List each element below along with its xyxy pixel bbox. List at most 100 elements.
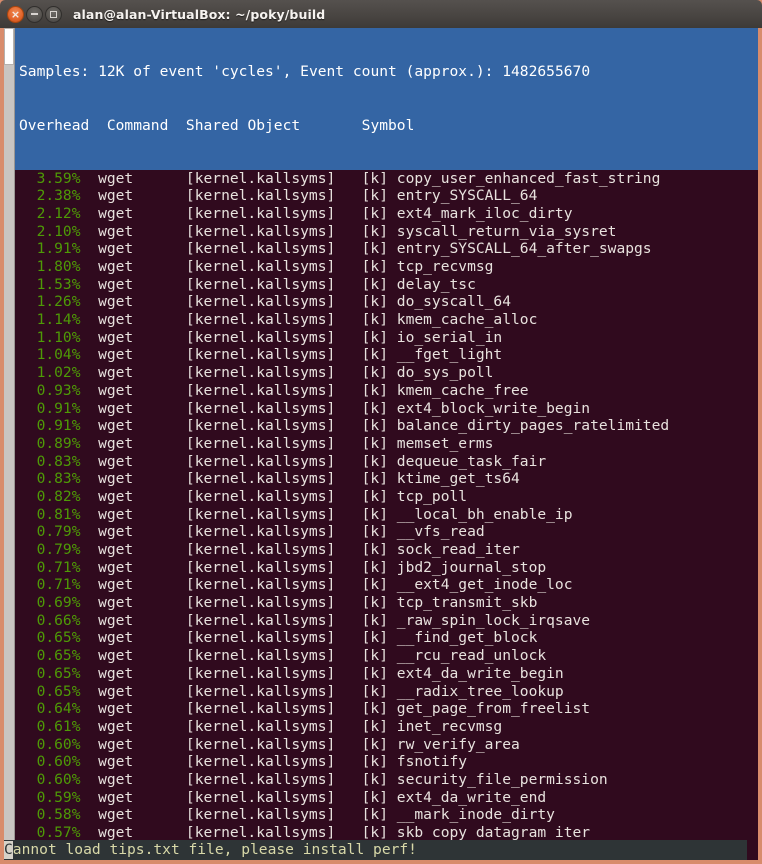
shared-object-cell: [kernel.kallsyms]	[185, 770, 336, 788]
shared-object-cell: [kernel.kallsyms]	[185, 505, 336, 523]
command-cell: wget	[98, 258, 134, 276]
command-cell: wget	[98, 346, 134, 364]
table-row[interactable]: 0.79% wget [kernel.kallsyms] [k] __vfs_read	[19, 523, 758, 541]
shared-object-cell: [kernel.kallsyms]	[185, 487, 336, 505]
overhead-cell: 0.60%	[36, 753, 81, 771]
close-icon[interactable]: ×	[7, 5, 24, 23]
window-titlebar[interactable]: × alan@alan-VirtualBox: ~/poky/build	[0, 0, 762, 28]
table-row[interactable]: 0.82% wget [kernel.kallsyms] [k] tcp_poll	[19, 488, 758, 506]
table-row[interactable]: 2.38% wget [kernel.kallsyms] [k] entry_SYSC…	[19, 187, 758, 205]
shared-object-cell: [kernel.kallsyms]	[185, 523, 336, 541]
table-row[interactable]: 0.71% wget [kernel.kallsyms] [k] jbd2_journ…	[19, 559, 758, 577]
symbol-cell: [k] __fget_light	[361, 346, 503, 364]
table-row[interactable]: 0.65% wget [kernel.kallsyms] [k] __find_get…	[19, 629, 758, 647]
table-row[interactable]: 0.81% wget [kernel.kallsyms] [k] __local_bh…	[19, 506, 758, 524]
table-row[interactable]: 0.65% wget [kernel.kallsyms] [k] __rcu_read…	[19, 647, 758, 665]
command-cell: wget	[98, 523, 134, 541]
command-cell: wget	[98, 753, 134, 771]
table-row[interactable]: 3.59% wget [kernel.kallsyms] [k] copy_user_…	[19, 170, 758, 188]
overhead-cell: 0.91%	[36, 399, 81, 417]
table-row[interactable]: 1.04% wget [kernel.kallsyms] [k] __fget_lig…	[19, 346, 758, 364]
symbol-cell: [k] sock_read_iter	[361, 541, 520, 559]
table-row[interactable]: 0.60% wget [kernel.kallsyms] [k] fsnotify	[19, 753, 758, 771]
table-row[interactable]: 0.60% wget [kernel.kallsyms] [k] security_f…	[19, 771, 758, 789]
command-cell: wget	[98, 806, 134, 824]
table-row[interactable]: 0.91% wget [kernel.kallsyms] [k] balance_di…	[19, 417, 758, 435]
overhead-cell: 0.93%	[36, 381, 81, 399]
table-row[interactable]: 1.14% wget [kernel.kallsyms] [k] kmem_cache…	[19, 311, 758, 329]
shared-object-cell: [kernel.kallsyms]	[185, 700, 336, 718]
symbol-cell: [k] fsnotify	[361, 753, 468, 771]
table-row[interactable]: 1.91% wget [kernel.kallsyms] [k] entry_SYSC…	[19, 240, 758, 258]
overhead-cell: 0.69%	[36, 594, 81, 612]
overhead-cell: 0.60%	[36, 735, 81, 753]
command-cell: wget	[98, 629, 134, 647]
overhead-cell: 0.79%	[36, 541, 81, 559]
table-row[interactable]: 0.93% wget [kernel.kallsyms] [k] kmem_cache…	[19, 382, 758, 400]
shared-object-cell: [kernel.kallsyms]	[185, 806, 336, 824]
shared-object-cell: [kernel.kallsyms]	[185, 629, 336, 647]
scrollbar-thumb[interactable]	[4, 28, 14, 65]
maximize-glyph	[50, 10, 57, 18]
table-row[interactable]: 0.59% wget [kernel.kallsyms] [k] ext4_da_wr…	[19, 789, 758, 807]
table-row[interactable]: 1.53% wget [kernel.kallsyms] [k] delay_tsc	[19, 276, 758, 294]
table-row[interactable]: 0.64% wget [kernel.kallsyms] [k] get_page_f…	[19, 700, 758, 718]
overhead-cell: 0.82%	[36, 487, 81, 505]
status-message-text: annot load tips.txt file, please install…	[12, 841, 417, 859]
table-row[interactable]: 0.65% wget [kernel.kallsyms] [k] ext4_da_wr…	[19, 665, 758, 683]
symbol-cell: [k] skb_copy_datagram_iter	[361, 824, 591, 840]
command-cell: wget	[98, 647, 134, 665]
table-row[interactable]: 0.57% wget [kernel.kallsyms] [k] skb_copy_d…	[19, 824, 758, 840]
minimize-icon[interactable]	[26, 5, 43, 23]
overhead-cell: 3.59%	[36, 169, 81, 187]
table-row[interactable]: 1.80% wget [kernel.kallsyms] [k] tcp_recvms…	[19, 258, 758, 276]
shared-object-cell: [kernel.kallsyms]	[185, 753, 336, 771]
table-row[interactable]: 1.26% wget [kernel.kallsyms] [k] do_syscall…	[19, 293, 758, 311]
table-row[interactable]: 0.61% wget [kernel.kallsyms] [k] inet_recvm…	[19, 718, 758, 736]
overhead-cell: 0.65%	[36, 664, 81, 682]
perf-row-list: 3.59% wget [kernel.kallsyms] [k] copy_user_…	[15, 170, 758, 840]
table-row[interactable]: 0.83% wget [kernel.kallsyms] [k] dequeue_ta…	[19, 453, 758, 471]
terminal-window: × alan@alan-VirtualBox: ~/poky/build Sam…	[0, 0, 762, 864]
command-cell: wget	[98, 328, 134, 346]
command-cell: wget	[98, 611, 134, 629]
perf-top-screen[interactable]: Samples: 12K of event 'cycles', Event co…	[15, 28, 758, 840]
shared-object-cell: [kernel.kallsyms]	[185, 222, 336, 240]
shared-object-cell: [kernel.kallsyms]	[185, 293, 336, 311]
table-row[interactable]: 1.02% wget [kernel.kallsyms] [k] do_sys_pol…	[19, 364, 758, 382]
symbol-cell: [k] balance_dirty_pages_ratelimited	[361, 417, 670, 435]
perf-header: Samples: 12K of event 'cycles', Event co…	[15, 28, 758, 170]
symbol-cell: [k] io_serial_in	[361, 328, 503, 346]
table-row[interactable]: 1.10% wget [kernel.kallsyms] [k] io_serial_…	[19, 329, 758, 347]
table-row[interactable]: 0.91% wget [kernel.kallsyms] [k] ext4_block…	[19, 400, 758, 418]
shared-object-cell: [kernel.kallsyms]	[185, 541, 336, 559]
table-row[interactable]: 0.89% wget [kernel.kallsyms] [k] memset_erm…	[19, 435, 758, 453]
shared-object-cell: [kernel.kallsyms]	[185, 558, 336, 576]
overhead-cell: 0.65%	[36, 682, 81, 700]
table-row[interactable]: 0.69% wget [kernel.kallsyms] [k] tcp_transm…	[19, 594, 758, 612]
overhead-cell: 1.04%	[36, 346, 81, 364]
symbol-cell: [k] get_page_from_freelist	[361, 700, 591, 718]
overhead-cell: 0.58%	[36, 806, 81, 824]
table-row[interactable]: 2.12% wget [kernel.kallsyms] [k] ext4_mark_…	[19, 205, 758, 223]
shared-object-cell: [kernel.kallsyms]	[185, 346, 336, 364]
command-cell: wget	[98, 399, 134, 417]
shared-object-cell: [kernel.kallsyms]	[185, 275, 336, 293]
table-row[interactable]: 0.65% wget [kernel.kallsyms] [k] __radix_tr…	[19, 683, 758, 701]
command-cell: wget	[98, 487, 134, 505]
table-row[interactable]: 0.83% wget [kernel.kallsyms] [k] ktime_get_…	[19, 470, 758, 488]
symbol-cell: [k] security_file_permission	[361, 770, 608, 788]
command-cell: wget	[98, 293, 134, 311]
table-row[interactable]: 2.10% wget [kernel.kallsyms] [k] syscall_re…	[19, 223, 758, 241]
table-row[interactable]: 0.60% wget [kernel.kallsyms] [k] rw_verify_…	[19, 736, 758, 754]
minimize-glyph	[31, 13, 38, 15]
symbol-cell: [k] ext4_da_write_begin	[361, 664, 564, 682]
table-row[interactable]: 0.58% wget [kernel.kallsyms] [k] __mark_ino…	[19, 806, 758, 824]
command-cell: wget	[98, 541, 134, 559]
maximize-icon[interactable]	[45, 5, 62, 23]
table-row[interactable]: 0.71% wget [kernel.kallsyms] [k] __ext4_get…	[19, 576, 758, 594]
table-row[interactable]: 0.66% wget [kernel.kallsyms] [k] _raw_spin_…	[19, 612, 758, 630]
symbol-cell: [k] tcp_recvmsg	[361, 258, 494, 276]
table-row[interactable]: 0.79% wget [kernel.kallsyms] [k] sock_read_…	[19, 541, 758, 559]
scrollbar[interactable]	[4, 28, 15, 840]
